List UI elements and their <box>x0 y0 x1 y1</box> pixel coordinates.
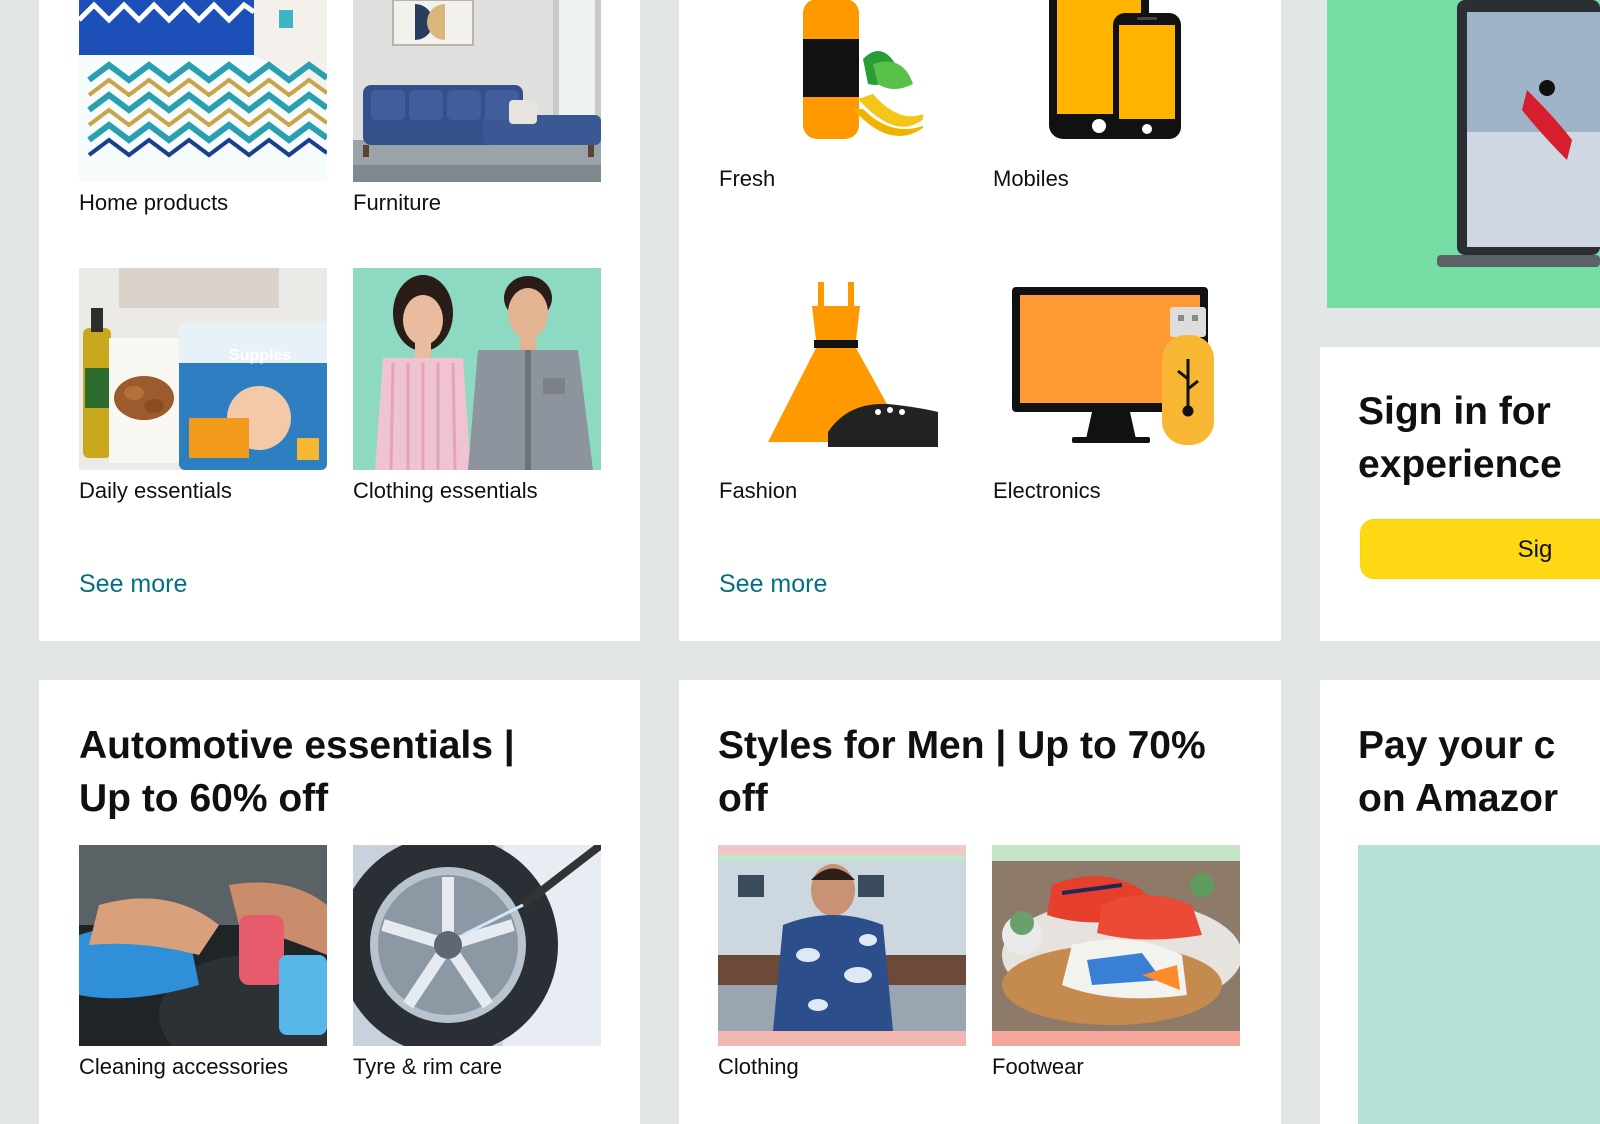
tile-fresh[interactable]: Fresh <box>719 0 967 192</box>
tile-label[interactable]: Footwear <box>992 1054 1240 1080</box>
tile-clothing-essentials[interactable]: Clothing essentials <box>353 268 601 504</box>
monitor-usb-icon[interactable] <box>993 268 1241 470</box>
tile-label[interactable]: Electronics <box>993 478 1241 504</box>
tile-label[interactable]: Daily essentials <box>79 478 327 504</box>
tile-label[interactable]: Tyre & rim care <box>353 1054 601 1080</box>
sign-in-button[interactable]: Sig <box>1360 519 1600 579</box>
tile-label[interactable]: Clothing essentials <box>353 478 601 504</box>
men-title-line2: off <box>718 777 768 820</box>
tile-label[interactable]: Furniture <box>353 190 601 216</box>
furniture-image[interactable] <box>353 0 601 182</box>
automotive-title-line2: Up to 60% off <box>79 777 329 820</box>
rim-wash-image[interactable] <box>353 845 601 1046</box>
tile-electronics[interactable]: Electronics <box>993 268 1241 504</box>
dress-shoe-icon[interactable] <box>719 268 967 470</box>
see-more-link[interactable]: See more <box>719 570 827 599</box>
home-products-image[interactable] <box>79 0 327 182</box>
tile-tyre-rim-care[interactable]: Tyre & rim care <box>353 845 601 1080</box>
see-more-link[interactable]: See more <box>79 570 187 599</box>
car-cleaning-image[interactable] <box>79 845 327 1046</box>
daily-essentials-image[interactable]: Supples <box>79 268 327 470</box>
tile-label[interactable]: Clothing <box>718 1054 966 1080</box>
tile-label[interactable]: Home products <box>79 190 327 216</box>
card-styles-men: Styles for Men | Up to 70% off Clothing <box>679 680 1281 1124</box>
card-home-products: Home products Furniture Supples Daily es… <box>39 0 640 641</box>
tile-label[interactable]: Cleaning accessories <box>79 1054 327 1080</box>
tile-men-clothing[interactable]: Clothing <box>718 845 966 1080</box>
card-signin: Sign in for experience Sig <box>1320 347 1600 641</box>
tile-label[interactable]: Mobiles <box>993 166 1241 192</box>
tile-mobiles[interactable]: Mobiles <box>993 0 1241 192</box>
pay-title-line2: on Amazor <box>1358 777 1559 820</box>
svg-text:Supples: Supples <box>229 347 291 364</box>
bottle-banana-icon[interactable] <box>719 0 967 158</box>
automotive-title-line1: Automotive essentials | <box>79 724 515 767</box>
tile-cleaning-accessories[interactable]: Cleaning accessories <box>79 845 327 1080</box>
tile-label[interactable]: Fresh <box>719 166 967 192</box>
men-title-line1: Styles for Men | Up to 70% <box>718 724 1206 767</box>
signin-title-line2: experience <box>1358 443 1562 486</box>
card-categories: Fresh Mobiles Fashion Electronics See mo… <box>679 0 1281 641</box>
tile-furniture[interactable]: Furniture <box>353 0 601 216</box>
man-jacket-image[interactable] <box>718 845 966 1046</box>
signin-title-line1: Sign in for <box>1358 390 1551 433</box>
pay-title-line1: Pay your c <box>1358 724 1556 767</box>
tile-label[interactable]: Fashion <box>719 478 967 504</box>
card-automotive: Automotive essentials | Up to 60% off Cl… <box>39 680 640 1124</box>
tile-home-products[interactable]: Home products <box>79 0 327 216</box>
clothing-essentials-image[interactable] <box>353 268 601 470</box>
card-pay: Pay your c on Amazor <box>1320 680 1600 1124</box>
tile-men-footwear[interactable]: Footwear <box>992 845 1240 1080</box>
pay-promo-image[interactable] <box>1358 845 1600 1124</box>
tile-fashion[interactable]: Fashion <box>719 268 967 504</box>
laptop-banner[interactable] <box>1327 0 1600 308</box>
phones-icon[interactable] <box>993 0 1241 158</box>
sneakers-image[interactable] <box>992 845 1240 1046</box>
tile-daily-essentials[interactable]: Supples Daily essentials <box>79 268 327 504</box>
